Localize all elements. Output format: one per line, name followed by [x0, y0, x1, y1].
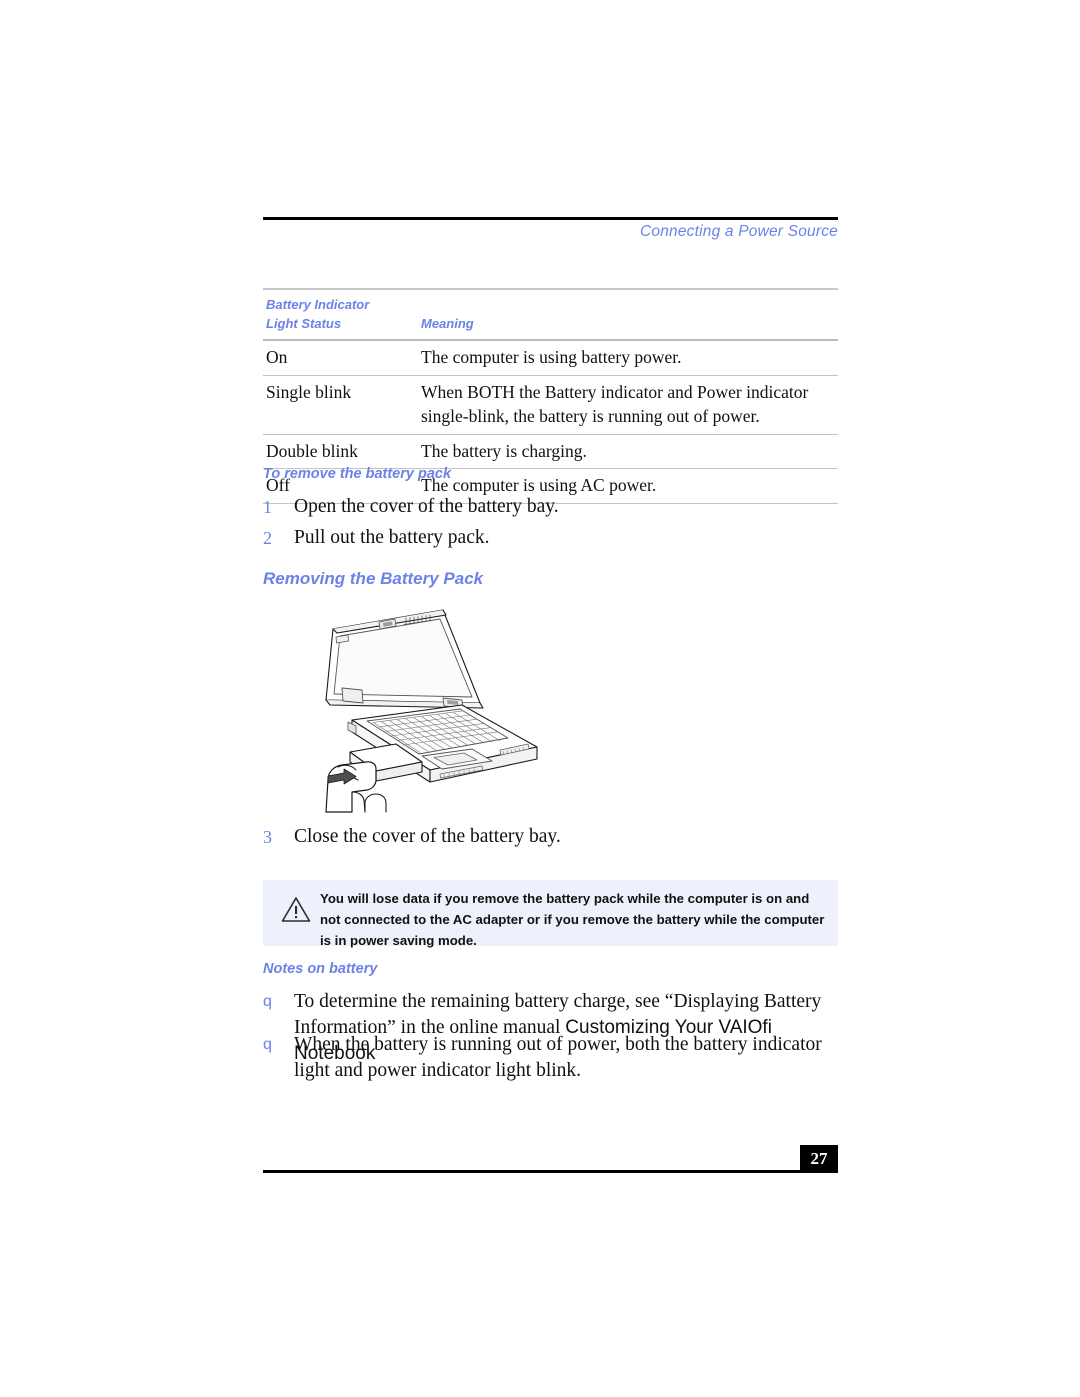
table-row: Double blink The battery is charging. [263, 435, 838, 469]
table-caption-label: Battery Indicator [266, 297, 370, 312]
table-header-row: Light Status Meaning [263, 314, 838, 339]
cell-light-status: Single blink [266, 381, 352, 402]
document-page: Connecting a Power Source Battery Indica… [0, 0, 1080, 1397]
cell-meaning: When BOTH the Battery indicator and Powe… [421, 381, 809, 427]
column-header-light-status: Light Status [266, 316, 342, 331]
cell-light-status: Double blink [266, 440, 358, 461]
table-caption-row: Battery Indicator [263, 290, 838, 314]
procedure-step: 2 Pull out the battery pack. [263, 525, 843, 551]
cell-meaning: The battery is charging. [421, 440, 587, 461]
note-bullet-glyph: q [263, 1036, 272, 1053]
procedure-step: 1 Open the cover of the battery bay. [263, 494, 843, 520]
procedure-step: 3 Close the cover of the battery bay. [263, 824, 843, 850]
step-number: 3 [263, 827, 272, 847]
warning-text: You will lose data if you remove the bat… [320, 891, 825, 948]
note-item: q When the battery is running out of pow… [263, 1032, 843, 1084]
page-number-badge: 27 [800, 1145, 838, 1173]
column-header-meaning: Meaning [421, 316, 474, 331]
laptop-battery-removal-illustration [322, 604, 552, 816]
step-text: Close the cover of the battery bay. [294, 826, 561, 847]
step-number: 2 [263, 528, 272, 548]
table-row: Single blink When BOTH the Battery indic… [263, 376, 838, 434]
section-heading-remove-battery: To remove the battery pack [263, 466, 452, 482]
step-text: Open the cover of the battery bay. [294, 496, 559, 517]
header-rule [263, 217, 838, 220]
warning-triangle-icon [281, 896, 311, 923]
page-header-title: Connecting a Power Source [639, 223, 838, 240]
warning-callout: You will lose data if you remove the bat… [263, 880, 838, 948]
figure-caption: Removing the Battery Pack [263, 569, 484, 588]
table-row: On The computer is using battery power. [263, 341, 838, 375]
footer-rule [263, 1170, 800, 1173]
step-number: 1 [263, 497, 272, 517]
section-heading-notes: Notes on battery [263, 961, 378, 977]
cell-light-status: On [266, 347, 288, 367]
note-text: When the battery is running out of power… [294, 1034, 822, 1081]
step-text: Pull out the battery pack. [294, 527, 490, 548]
note-bullet-glyph: q [263, 993, 272, 1010]
cell-meaning: The computer is using battery power. [421, 347, 682, 367]
